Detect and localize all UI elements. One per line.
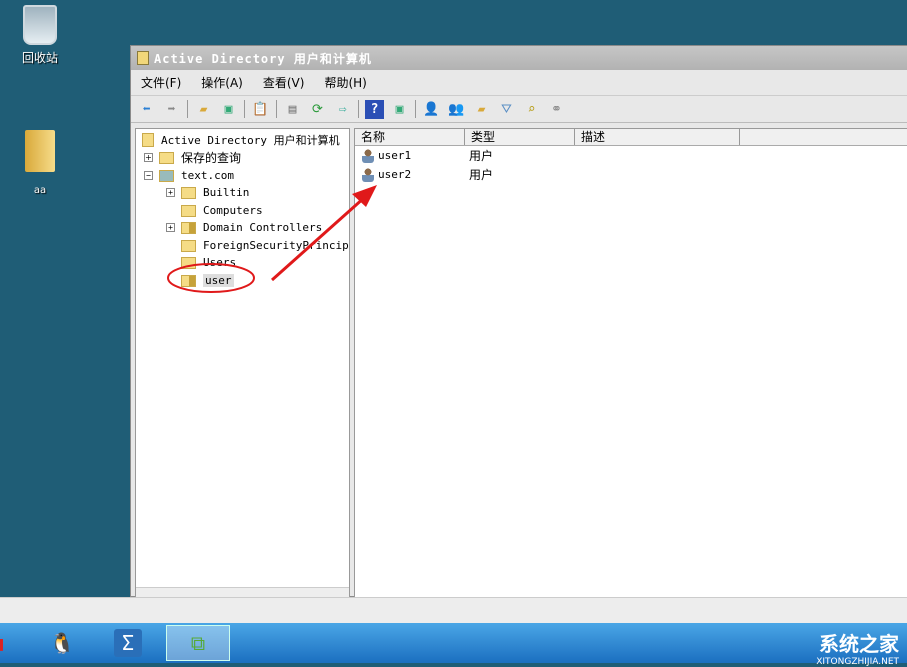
qq-icon[interactable]: 🐧: [42, 625, 82, 661]
highlight-circle: [168, 264, 254, 292]
annotation-arrow: [272, 197, 365, 280]
watermark: 系统之家XITONGZHIJIA.NET: [816, 628, 899, 667]
annotation-overlay: [0, 0, 907, 663]
taskbar-app-icon[interactable]: ▮: [0, 625, 20, 661]
vsphere-client-icon[interactable]: ⧉: [166, 625, 230, 661]
watermark-url: XITONGZHIJIA.NET: [816, 657, 899, 667]
watermark-brand: 系统之家: [816, 628, 899, 657]
powershell-icon[interactable]: Σ: [114, 629, 142, 657]
status-bar: [0, 597, 907, 623]
taskbar: ▮ 🐧 Σ ⧉ 系统之家XITONGZHIJIA.NET: [0, 623, 907, 663]
